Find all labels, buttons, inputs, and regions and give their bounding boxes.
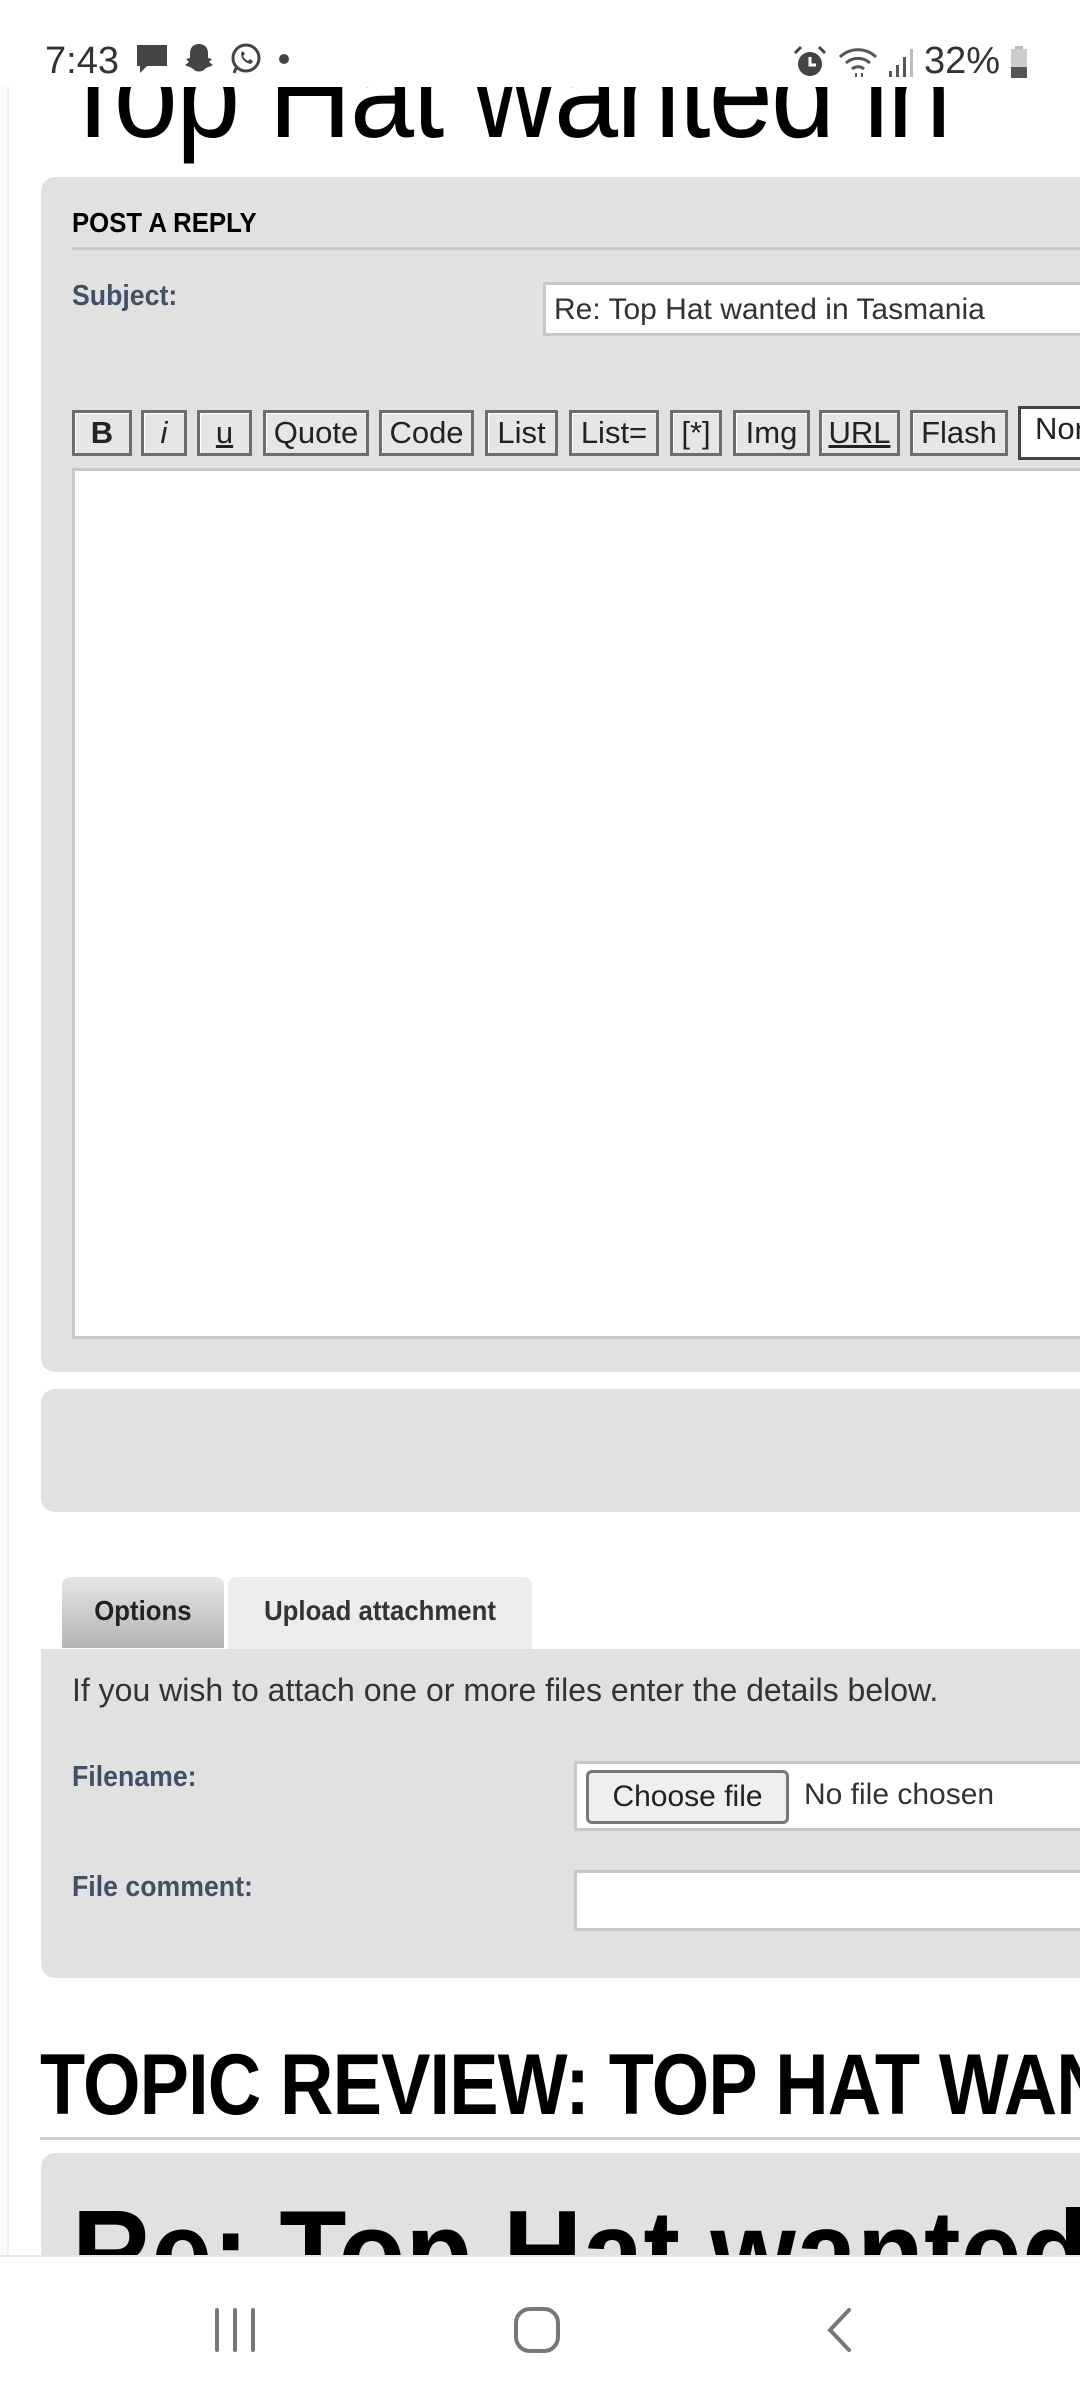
subject-input[interactable]: Re: Top Hat wanted in Tasmania <box>543 282 1080 336</box>
divider <box>40 2137 1080 2140</box>
font-size-select[interactable]: Normal <box>1018 406 1080 460</box>
flash-button[interactable]: Flash <box>910 410 1008 456</box>
attachment-info: If you wish to attach one or more files … <box>72 1672 939 1708</box>
list-button[interactable]: List <box>485 410 558 456</box>
file-comment-label: File comment: <box>72 1871 253 1903</box>
battery-percent: 32% <box>923 40 1000 82</box>
post-reply-panel: POST A REPLY Subject: Re: Top Hat wanted… <box>41 177 1080 1372</box>
italic-button[interactable]: i <box>141 410 187 456</box>
list-item-button[interactable]: [*] <box>670 410 722 456</box>
back-button[interactable] <box>822 2305 856 2355</box>
message-icon <box>137 45 167 73</box>
navigation-bar <box>0 2255 1080 2400</box>
subject-label: Subject: <box>72 280 178 312</box>
alarm-icon <box>793 45 826 76</box>
attachment-panel: If you wish to attach one or more files … <box>41 1649 1080 1978</box>
status-bar: 7:43 32% <box>0 0 1080 87</box>
file-input[interactable]: Choose file No file chosen <box>574 1761 1080 1831</box>
divider <box>72 247 1080 250</box>
quote-button[interactable]: Quote <box>263 410 369 456</box>
whatsapp-icon <box>231 43 261 74</box>
topic-review-heading: TOPIC REVIEW: TOP HAT WANTED IN TASMANIA <box>40 2037 1080 2133</box>
tab-options-label: Options <box>94 1595 192 1626</box>
choose-file-button[interactable]: Choose file <box>586 1770 789 1824</box>
recent-apps-button[interactable] <box>212 2305 258 2355</box>
post-reply-heading: POST A REPLY <box>72 207 257 238</box>
message-textarea[interactable] <box>72 468 1080 1339</box>
submit-buttons-panel <box>41 1389 1080 1512</box>
code-button[interactable]: Code <box>379 410 474 456</box>
page-border <box>0 87 9 2257</box>
bold-button[interactable]: B <box>72 410 132 456</box>
snapchat-icon <box>185 44 213 72</box>
no-file-text: No file chosen <box>804 1778 995 1811</box>
list-ordered-button[interactable]: List= <box>569 410 659 456</box>
tab-options[interactable]: Options <box>62 1577 224 1648</box>
file-comment-input[interactable] <box>574 1870 1080 1931</box>
battery-icon <box>1011 45 1027 78</box>
tab-upload-attachment[interactable]: Upload attachment <box>228 1577 532 1651</box>
url-button[interactable]: URL <box>819 410 900 456</box>
filename-label: Filename: <box>72 1761 197 1793</box>
wifi-icon <box>838 47 877 77</box>
signal-icon <box>888 48 913 77</box>
underline-button[interactable]: u <box>197 410 252 456</box>
home-button[interactable] <box>512 2305 562 2355</box>
page: Top Hat wanted in POST A REPLY Subject: … <box>0 0 1080 2400</box>
tab-upload-label: Upload attachment <box>264 1595 496 1626</box>
dot-icon <box>279 54 289 64</box>
img-button[interactable]: Img <box>733 410 810 456</box>
clock: 7:43 <box>45 40 119 82</box>
